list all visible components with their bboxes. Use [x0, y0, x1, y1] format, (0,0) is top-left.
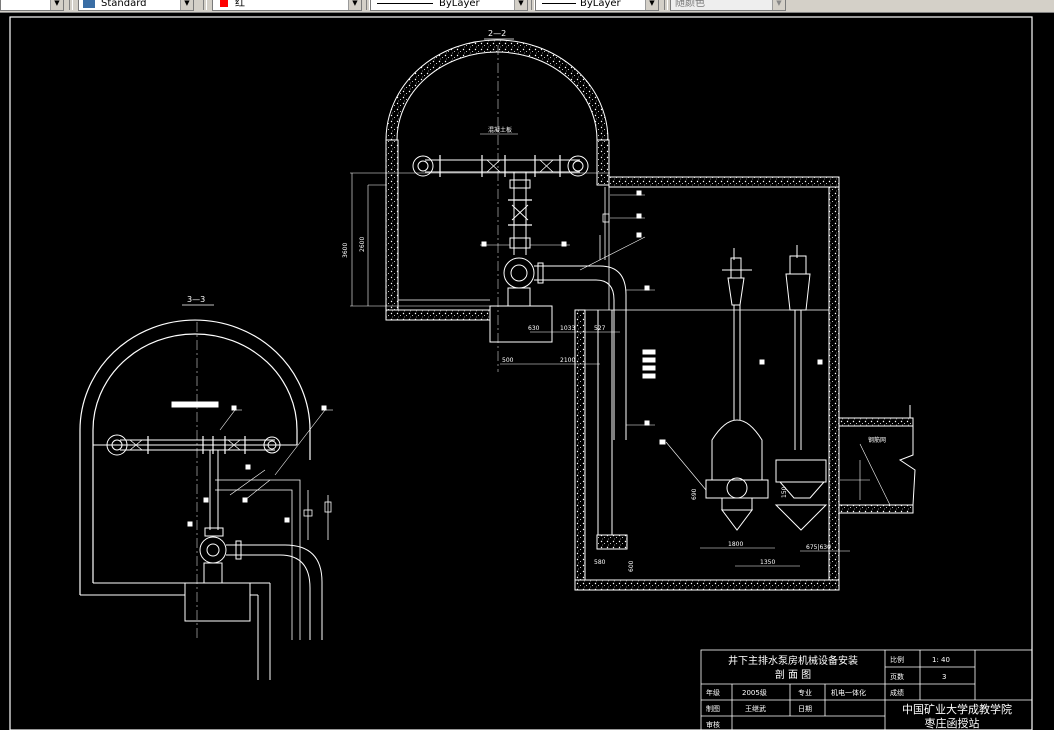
line-preview-icon: [377, 3, 433, 4]
linetype-dropdown[interactable]: ByLayer ▼: [370, 0, 528, 11]
wall-label: 钢筋网: [868, 436, 886, 444]
drawn-label: 制图: [706, 704, 720, 713]
lineweight-dropdown[interactable]: ByLayer ▼: [535, 0, 659, 11]
text-style-value: Standard: [101, 0, 147, 9]
drawing-subtitle: 剖 面 图: [775, 668, 811, 681]
chevron-down-icon[interactable]: ▼: [772, 0, 785, 10]
color-dropdown[interactable]: 红 ▼: [212, 0, 362, 11]
dim-600: 600: [628, 560, 635, 572]
dim-3600: 3600: [342, 243, 349, 258]
chevron-down-icon[interactable]: ▼: [348, 0, 361, 10]
linetype-value: ByLayer: [439, 0, 480, 9]
pages-label: 页数: [890, 672, 904, 681]
plot-style-dropdown[interactable]: 随颜色 ▼: [670, 0, 786, 11]
toolbar-separator: [69, 0, 73, 10]
drawing-canvas[interactable]: 2—2 3600 2600 500 2100 630 1033 527 混凝土板…: [0, 13, 1054, 730]
pages-value: 3: [942, 673, 946, 681]
dim-500: 500: [502, 357, 514, 364]
dim-150: 150: [781, 486, 788, 498]
line-preview-icon: [542, 3, 576, 4]
school-station: 枣庄函授站: [925, 716, 980, 730]
major-label: 专业: [798, 688, 812, 697]
section-2-2-view: 2—2 3600 2600 500 2100 630 1033 527 混凝土板…: [342, 29, 916, 591]
text-style-dropdown[interactable]: Standard ▼: [78, 0, 194, 11]
check-label: 审核: [706, 720, 720, 729]
school-name: 中国矿业大学成教学院: [902, 702, 1012, 716]
chevron-down-icon[interactable]: ▼: [180, 0, 193, 10]
drawing-title: 井下主排水泵房机械设备安装: [728, 654, 858, 667]
dim-2600: 2600: [359, 237, 366, 252]
grade-value: 2005级: [742, 688, 767, 697]
chevron-down-icon[interactable]: ▼: [50, 0, 63, 10]
scale-label: 比例: [890, 655, 904, 664]
title-block: 井下主排水泵房机械设备安装 剖 面 图 比例 1: 40 页数 3 成绩 年级 …: [700, 649, 1033, 730]
color-swatch-icon: [220, 0, 228, 7]
date-label: 日期: [798, 705, 812, 713]
chevron-down-icon[interactable]: ▼: [645, 0, 658, 10]
chevron-down-icon[interactable]: ▼: [514, 0, 527, 10]
major-value: 机电一体化: [831, 688, 866, 697]
plot-style-value: 随颜色: [675, 0, 705, 9]
layer-dropdown[interactable]: ▼: [0, 0, 64, 11]
drawing-frame: [9, 16, 1033, 730]
vertical-pump-left: [705, 248, 769, 531]
lineweight-value: ByLayer: [580, 0, 621, 9]
dim-675: 675|630: [806, 544, 831, 551]
section-label-2-2: 2—2: [488, 29, 506, 38]
slab-label: 混凝土板: [488, 126, 512, 134]
color-value: 红: [235, 0, 245, 9]
dim-1800: 1800: [728, 541, 743, 548]
section-label-3-3: 3—3: [187, 295, 205, 304]
drawn-value: 王继武: [745, 704, 766, 713]
dim-527: 527: [594, 325, 606, 332]
properties-toolbar: ▼ Standard ▼ 红 ▼ ByLayer ▼ ByLayer ▼ 随颜色…: [0, 0, 1054, 13]
toolbar-separator: [664, 0, 668, 10]
cad-drawing: 2—2 3600 2600 500 2100 630 1033 527 混凝土板…: [9, 16, 1033, 730]
dim-630: 630: [528, 325, 540, 332]
dim-1033: 1033: [560, 325, 575, 332]
scale-value: 1: 40: [932, 656, 950, 664]
text-style-icon: [83, 0, 95, 8]
dim-580: 580: [594, 559, 606, 566]
score-label: 成绩: [890, 688, 904, 697]
grade-label: 年级: [706, 688, 720, 697]
toolbar-separator: [203, 0, 207, 10]
section-3-3-view: 3—3: [79, 295, 333, 680]
dim-2100: 2100: [560, 357, 575, 364]
dim-1350: 1350: [760, 559, 775, 566]
dim-690: 690: [691, 488, 698, 500]
